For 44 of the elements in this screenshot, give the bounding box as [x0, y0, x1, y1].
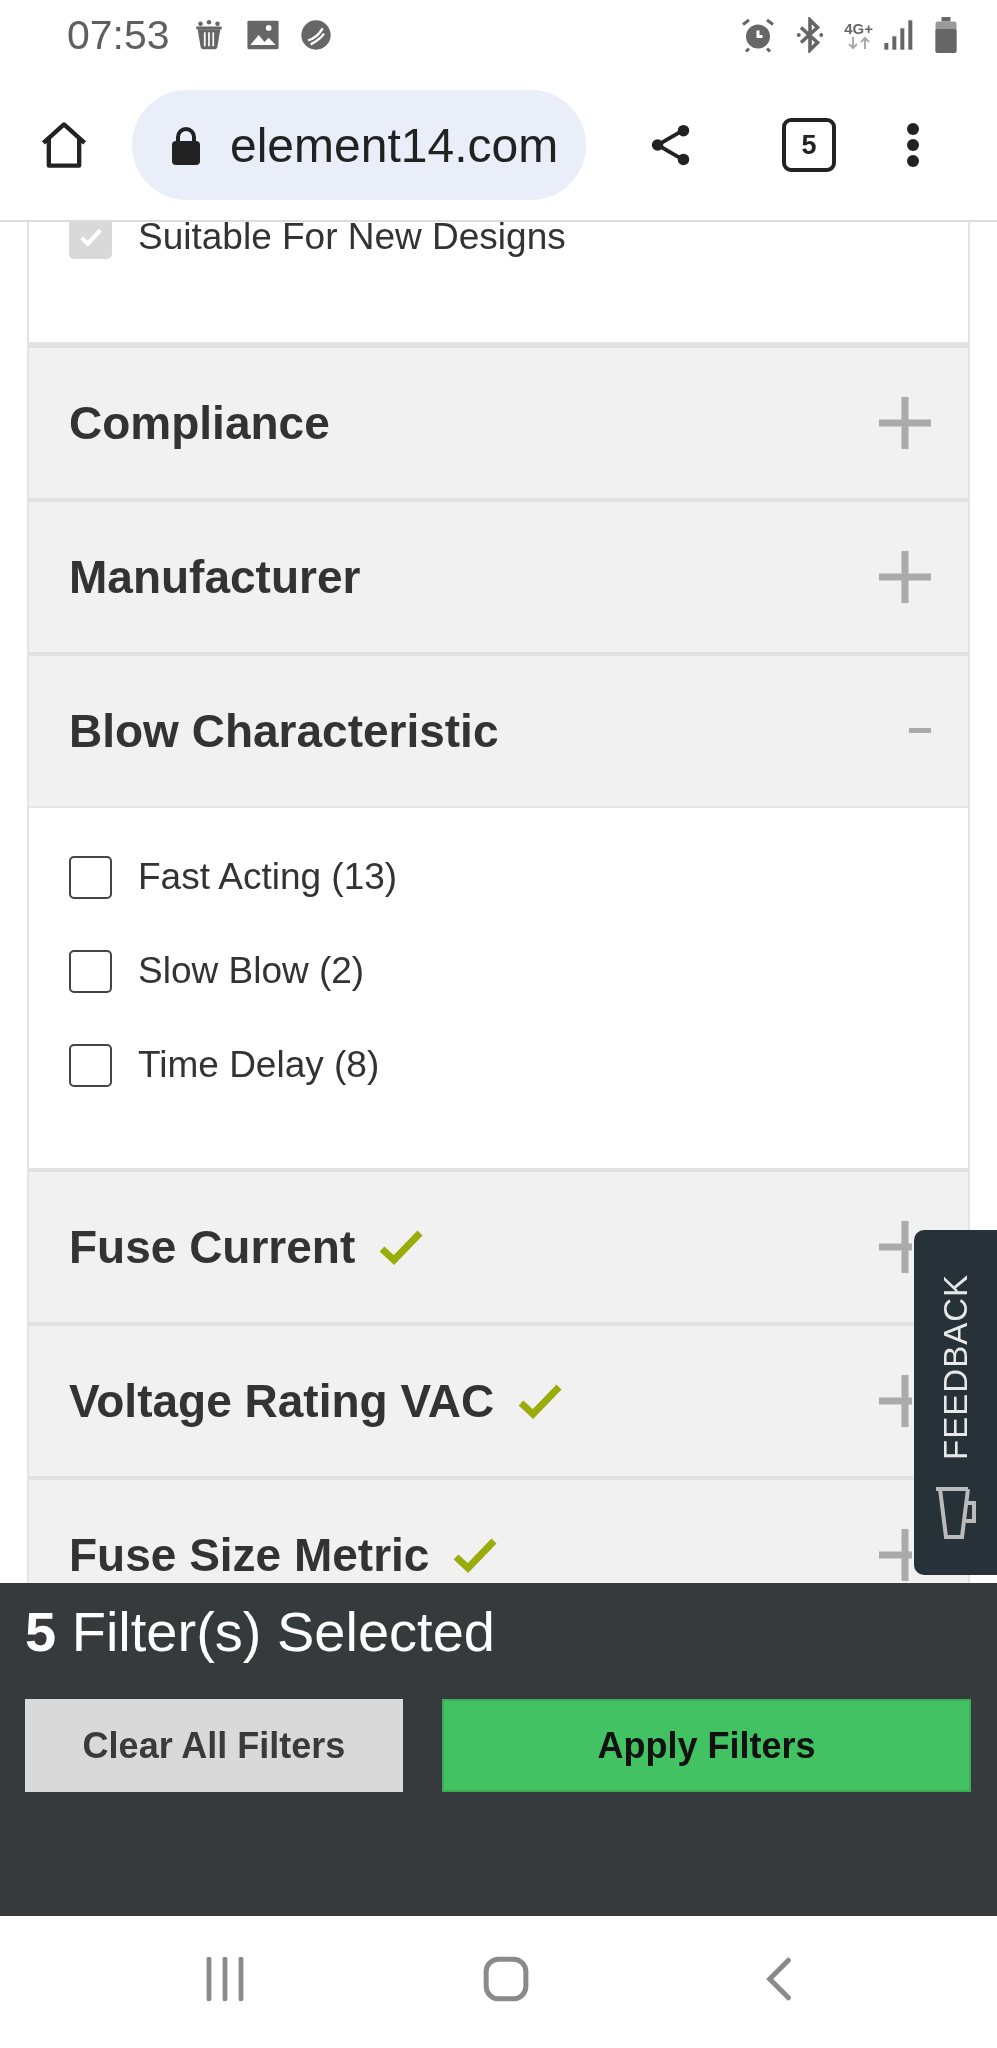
checkbox[interactable]	[69, 949, 112, 993]
apply-button[interactable]: Apply Filters	[442, 1699, 971, 1792]
app-icon	[299, 19, 332, 51]
signal-icon	[883, 19, 915, 51]
tab-count-button[interactable]: 5	[782, 118, 836, 172]
section-title: Compliance	[69, 396, 330, 450]
url-text: element14.com	[230, 117, 559, 173]
bluetooth-icon	[796, 17, 825, 53]
lock-icon	[170, 125, 202, 165]
home-button-icon[interactable]	[483, 1956, 529, 2002]
option-label: Fast Acting (13)	[138, 856, 398, 898]
network-type-label: 4G+	[844, 20, 873, 36]
expand-icon[interactable]	[879, 1221, 912, 1273]
section-header[interactable]: Compliance	[27, 348, 970, 498]
collapse-icon[interactable]	[909, 728, 931, 734]
section-header[interactable]: Voltage Rating VAC	[27, 1326, 914, 1476]
clock-time: 07:53	[67, 11, 170, 59]
expand-icon[interactable]	[879, 1375, 912, 1427]
feedback-tab[interactable]: FEEDBACK	[914, 1230, 997, 1575]
expand-icon[interactable]	[879, 1529, 912, 1581]
checkbox[interactable]	[69, 1043, 112, 1087]
clear-button[interactable]: Clear All Filters	[25, 1699, 403, 1792]
filters-selected-title: 5 Filter(s) Selected	[25, 1601, 495, 1663]
section-header[interactable]: Fuse Size Metric	[27, 1480, 970, 1583]
section-title: Fuse Size Metric	[69, 1528, 430, 1582]
cup-icon	[933, 1485, 978, 1542]
battery-icon	[935, 17, 957, 53]
address-bar[interactable]: element14.com	[132, 90, 586, 200]
expand-icon[interactable]	[879, 397, 931, 449]
section-header[interactable]: Blow Characteristic	[27, 656, 970, 806]
section-title: Fuse Current	[69, 1220, 356, 1274]
option-label: Suitable For New Designs	[138, 222, 566, 258]
checkbox[interactable]	[69, 855, 112, 899]
expand-icon[interactable]	[879, 551, 931, 603]
alarm-icon	[740, 17, 777, 53]
option-label: Time Delay (8)	[138, 1044, 380, 1086]
section-header[interactable]: Manufacturer	[27, 502, 970, 652]
section-title: Manufacturer	[69, 550, 361, 604]
menu-icon[interactable]	[906, 122, 920, 168]
option-label: Slow Blow (2)	[138, 950, 365, 992]
section-title: Blow Characteristic	[69, 704, 499, 758]
image-icon	[245, 19, 280, 51]
data-arrows-icon	[846, 35, 871, 50]
section-title: Voltage Rating VAC	[69, 1374, 495, 1428]
